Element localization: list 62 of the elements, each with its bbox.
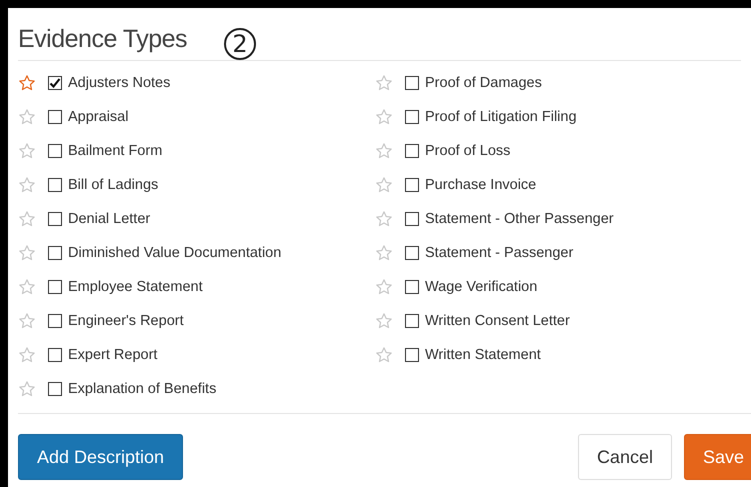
star-icon[interactable] [18,176,36,194]
star-icon[interactable] [375,346,393,364]
star-icon[interactable] [18,380,36,398]
star-icon[interactable] [18,346,36,364]
cancel-button[interactable]: Cancel [578,434,672,480]
checkbox[interactable] [405,178,419,192]
evidence-type-label: Statement - Passenger [425,245,574,261]
star-icon[interactable] [18,278,36,296]
checkbox[interactable] [48,246,62,260]
star-icon[interactable] [18,108,36,126]
evidence-type-label: Written Statement [425,347,541,363]
star-icon[interactable] [18,210,36,228]
checkbox[interactable] [48,76,62,90]
checkbox[interactable] [405,76,419,90]
star-icon[interactable] [375,108,393,126]
checkbox[interactable] [48,280,62,294]
star-icon[interactable] [375,278,393,296]
star-icon[interactable] [18,312,36,330]
dialog-title: Evidence Types [18,25,188,55]
save-button[interactable]: Save [684,434,751,480]
checkbox[interactable] [405,348,419,362]
star-icon[interactable] [375,142,393,160]
evidence-type-label: Bailment Form [68,143,162,159]
star-icon[interactable] [375,176,393,194]
checkbox[interactable] [405,246,419,260]
star-icon[interactable] [375,210,393,228]
checkbox[interactable] [405,110,419,124]
evidence-type-label: Bill of Ladings [68,177,158,193]
checkbox[interactable] [48,110,62,124]
star-icon[interactable] [18,74,36,92]
evidence-type-label: Proof of Loss [425,143,510,159]
add-description-button[interactable]: Add Description [18,434,184,480]
evidence-type-label: Statement - Other Passenger [425,211,614,227]
evidence-type-label: Denial Letter [68,211,150,227]
checkbox[interactable] [48,212,62,226]
checkbox[interactable] [48,382,62,396]
checkbox[interactable] [405,280,419,294]
checkbox[interactable] [405,314,419,328]
checkbox[interactable] [48,144,62,158]
evidence-type-label: Diminished Value Documentation [68,245,282,261]
star-icon[interactable] [18,244,36,262]
evidence-type-label: Engineer's Report [68,313,184,329]
star-icon[interactable] [18,142,36,160]
checkbox[interactable] [405,212,419,226]
checkbox[interactable] [48,348,62,362]
evidence-type-label: Explanation of Benefits [68,381,216,397]
evidence-type-label: Wage Verification [425,279,538,295]
star-icon[interactable] [375,244,393,262]
evidence-type-label: Employee Statement [68,279,203,295]
checkbox[interactable] [405,144,419,158]
evidence-type-label: Adjusters Notes [68,75,170,91]
star-icon[interactable] [375,74,393,92]
checkbox[interactable] [48,314,62,328]
evidence-type-label: Purchase Invoice [425,177,536,193]
checkbox[interactable] [48,178,62,192]
evidence-type-label: Expert Report [68,347,158,363]
evidence-type-label: Written Consent Letter [425,313,570,329]
evidence-type-label: Proof of Litigation Filing [425,109,577,125]
step-number-annotation: 2 [224,28,256,60]
evidence-type-label: Proof of Damages [425,75,542,91]
evidence-type-label: Appraisal [68,109,128,125]
star-icon[interactable] [375,312,393,330]
